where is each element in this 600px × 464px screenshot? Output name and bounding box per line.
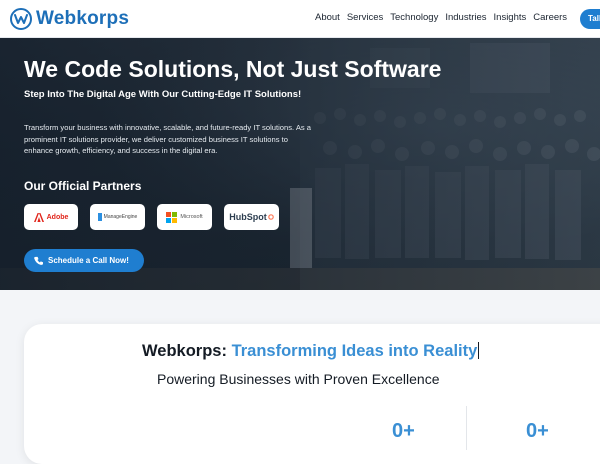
wave-w-logo-icon	[10, 8, 32, 30]
partner-name: Microsoft	[180, 214, 203, 220]
partner-name: HubSpot	[229, 212, 267, 222]
hubspot-logo-icon	[267, 214, 274, 220]
schedule-call-label: Schedule a Call Now!	[48, 256, 129, 265]
section-headline: Webkorps: Transforming Ideas into Realit…	[142, 342, 480, 361]
nav-item-technology[interactable]: Technology	[390, 12, 438, 23]
section-subheadline: Powering Businesses with Proven Excellen…	[157, 371, 440, 387]
hero-title: We Code Solutions, Not Just Software	[24, 56, 442, 82]
partner-manageengine[interactable]: ManageEngine	[90, 204, 145, 230]
brand-name: Webkorps	[36, 8, 130, 29]
partner-name: Adobe	[46, 213, 69, 221]
top-navbar: Webkorps About Services Technology Indus…	[0, 0, 600, 38]
phone-icon	[34, 256, 43, 265]
nav-item-insights[interactable]: Insights	[494, 12, 527, 23]
nav-item-careers[interactable]: Careers	[533, 12, 567, 23]
stat-divider	[466, 406, 467, 450]
talk-button[interactable]: Talk	[580, 9, 600, 29]
schedule-call-button[interactable]: Schedule a Call Now!	[24, 249, 144, 272]
main-menu: About Services Technology Industries Ins…	[315, 12, 574, 23]
partner-adobe[interactable]: Adobe	[24, 204, 78, 230]
headline-accent: Transforming Ideas into Reality	[231, 342, 478, 360]
stat-counter: 0+	[526, 420, 549, 442]
headline-prefix: Webkorps:	[142, 342, 227, 360]
adobe-logo-icon	[33, 212, 44, 222]
partner-hubspot[interactable]: HubSpot	[224, 204, 279, 230]
microsoft-logo-icon	[166, 211, 178, 223]
typing-cursor	[478, 342, 480, 359]
partner-name: ManageEngine	[103, 214, 138, 220]
nav-item-industries[interactable]: Industries	[445, 12, 486, 23]
hero-banner: We Code Solutions, Not Just Software Ste…	[0, 38, 600, 290]
manageengine-logo-icon	[97, 213, 102, 221]
nav-item-services[interactable]: Services	[347, 12, 383, 23]
stat-counter: 0+	[392, 420, 415, 442]
nav-item-about[interactable]: About	[315, 12, 340, 23]
brand-logo[interactable]: Webkorps	[10, 8, 129, 30]
partners-title: Our Official Partners	[24, 179, 142, 193]
hero-description: Transform your business with innovative,…	[24, 123, 312, 155]
partner-microsoft[interactable]: Microsoft	[157, 204, 212, 230]
hero-subtitle: Step Into The Digital Age With Our Cutti…	[24, 89, 302, 100]
